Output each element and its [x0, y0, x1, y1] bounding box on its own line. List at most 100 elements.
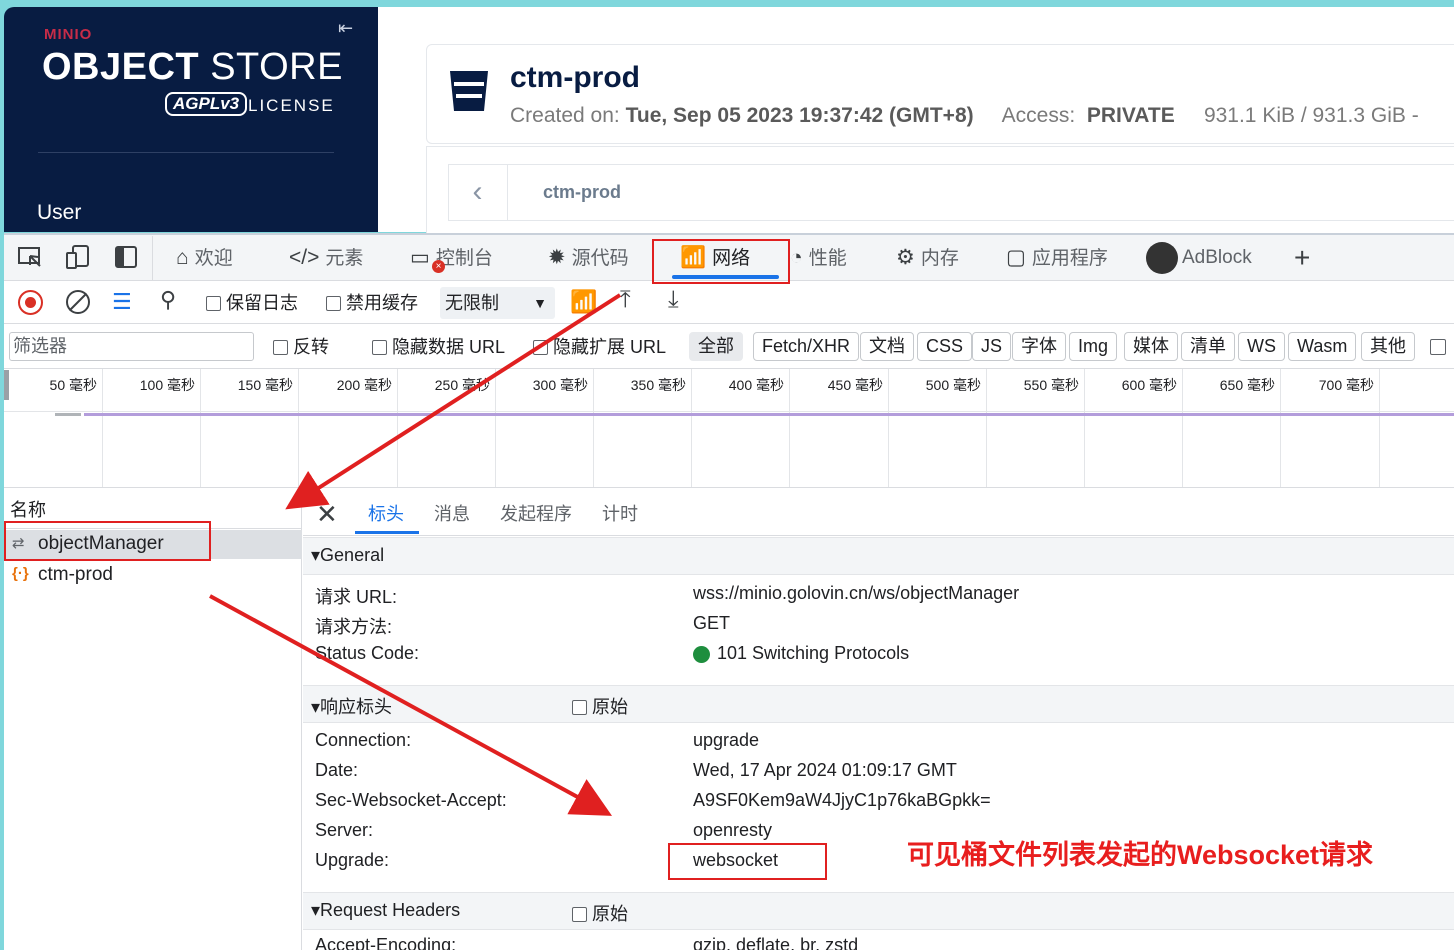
clear-icon[interactable]	[66, 290, 90, 314]
timeline-tick-label: 400 毫秒	[728, 377, 784, 393]
timeline-tick-label: 150 毫秒	[237, 377, 293, 393]
filter-type-media[interactable]: 媒体	[1124, 332, 1178, 361]
chip-icon: ⚙	[896, 246, 915, 269]
filter-type-font[interactable]: 字体	[1012, 332, 1066, 361]
home-icon: ⌂	[176, 246, 189, 269]
search-icon[interactable]: ⚲	[160, 287, 176, 313]
request-headers-title[interactable]: ▾Request Headers	[311, 900, 460, 921]
header-key: Upgrade:	[315, 850, 390, 870]
invert-checkbox[interactable]: 反转	[273, 333, 329, 361]
header-value: upgrade	[693, 730, 760, 750]
filter-type-js[interactable]: JS	[972, 332, 1012, 361]
collapse-sidebar-icon[interactable]: ⇤	[338, 18, 353, 39]
timeline-header-line	[4, 411, 1454, 412]
raw-checkbox[interactable]: 原始	[572, 900, 628, 926]
bug-icon: ✹	[548, 246, 566, 269]
back-button[interactable]: ‹	[448, 164, 508, 221]
minio-logo-brand: MINIO	[44, 26, 93, 43]
hide-data-urls-checkbox[interactable]: 隐藏数据 URL	[372, 333, 505, 361]
annotation-note: 可见桶文件列表发起的Websocket请求	[907, 840, 1374, 870]
disable-cache-checkbox[interactable]: 禁用缓存	[326, 289, 418, 317]
filter-input[interactable]: 筛选器	[9, 332, 254, 361]
header-key: Server:	[315, 820, 374, 840]
record-stop-icon[interactable]	[18, 290, 43, 315]
sidebar-item-user[interactable]: User	[37, 201, 81, 225]
more-tabs-plus-icon[interactable]: +	[1294, 241, 1310, 275]
timeline-tick-label: 450 毫秒	[827, 377, 883, 393]
filter-type-fetch-xhr[interactable]: Fetch/XHR	[753, 332, 860, 361]
filter-type-doc[interactable]: 文档	[860, 332, 914, 361]
license-label: LICENSE	[248, 96, 335, 115]
status-ok-icon	[693, 646, 710, 663]
annotation-box-request	[4, 521, 211, 561]
import-har-icon[interactable]: ⤒	[620, 286, 631, 314]
dock-side-icon[interactable]	[112, 243, 140, 271]
filter-toggle-icon[interactable]: ☰	[112, 289, 132, 315]
tab-console[interactable]: ▭ 控制台	[410, 241, 493, 275]
header-value: 101 Switching Protocols	[717, 643, 910, 663]
header-value: gzip, deflate, br, zstd	[693, 935, 859, 950]
tab-messages[interactable]: 消息	[434, 500, 470, 526]
tab-headers[interactable]: 标头	[368, 500, 404, 526]
device-toolbar-icon[interactable]	[64, 243, 92, 271]
filter-type-other[interactable]: 其他	[1361, 332, 1415, 361]
hide-extension-urls-checkbox[interactable]: 隐藏扩展 URL	[533, 333, 666, 361]
sidebar-divider	[38, 152, 334, 153]
throttling-select[interactable]: 无限制 ▼	[440, 287, 555, 319]
raw-checkbox[interactable]: 原始	[572, 693, 628, 719]
gauge-icon: ◔	[790, 246, 803, 269]
tab-welcome[interactable]: ⌂ 欢迎	[176, 241, 233, 275]
tab-timing[interactable]: 计时	[602, 500, 638, 526]
tab-elements[interactable]: </> 元素	[289, 241, 363, 275]
response-headers-section-header[interactable]	[303, 685, 1454, 723]
bucket-meta: Created on: Tue, Sep 05 2023 19:37:42 (G…	[510, 104, 1419, 127]
tab-memory[interactable]: ⚙ 内存	[896, 241, 959, 275]
close-icon[interactable]: ✕	[316, 499, 338, 530]
filter-type-css[interactable]: CSS	[917, 332, 973, 361]
triangle-down-icon: ▾	[311, 900, 321, 920]
triangle-down-icon: ▾	[311, 545, 321, 565]
filter-type-wasm[interactable]: Wasm	[1288, 332, 1357, 361]
general-section-title[interactable]: ▾General	[311, 545, 384, 566]
preserve-log-checkbox[interactable]: 保留日志	[206, 289, 298, 317]
tab-sources[interactable]: ✹ 源代码	[548, 241, 629, 275]
filter-type-ws[interactable]: WS	[1238, 332, 1285, 361]
json-icon: {·}	[12, 565, 29, 582]
header-value: GET	[693, 613, 731, 633]
code-icon: </>	[289, 246, 320, 269]
timeline-tick-label: 700 毫秒	[1318, 377, 1374, 393]
column-header-name[interactable]: 名称	[10, 496, 46, 522]
export-har-icon[interactable]: ⤓	[668, 286, 679, 314]
request-headers-section-header[interactable]	[303, 892, 1454, 930]
timeline-tick-label: 500 毫秒	[925, 377, 981, 393]
network-conditions-icon[interactable]: 📶	[570, 289, 597, 315]
bucket-path-breadcrumb[interactable]: ctm-prod	[543, 182, 621, 203]
tab-initiator[interactable]: 发起程序	[500, 500, 572, 526]
filter-type-manifest[interactable]: 清单	[1181, 332, 1235, 361]
error-badge-icon: ×	[432, 260, 445, 273]
header-value: openresty	[693, 820, 773, 840]
general-section-header[interactable]	[303, 537, 1454, 575]
header-key: Connection:	[315, 730, 412, 750]
header-key: Sec-Websocket-Accept:	[315, 790, 507, 810]
blocked-requests-checkbox[interactable]	[1430, 339, 1446, 355]
timeline-bar-gray	[55, 413, 81, 416]
tab-adblock[interactable]: AdBlock	[1146, 241, 1252, 275]
header-key: Status Code:	[315, 643, 420, 663]
filter-type-all[interactable]: 全部	[689, 332, 743, 361]
inspect-element-icon[interactable]	[16, 243, 44, 271]
header-value: A9SF0Kem9aW4JjyC1p76kaBGpkk=	[693, 790, 991, 810]
adblock-icon	[1146, 241, 1178, 274]
triangle-down-icon: ▾	[311, 697, 321, 717]
filter-type-img[interactable]: Img	[1069, 332, 1118, 361]
tab-performance[interactable]: ◔ 性能	[790, 241, 847, 275]
timeline-tick-label: 200 毫秒	[336, 377, 392, 393]
response-headers-title[interactable]: ▾响应标头	[311, 693, 392, 719]
bucket-title: ctm-prod	[510, 61, 640, 94]
timeline-tick-label: 650 毫秒	[1219, 377, 1275, 393]
timeline-tick-label: 300 毫秒	[532, 377, 588, 393]
tab-application[interactable]: ▢ 应用程序	[1006, 241, 1108, 275]
request-name[interactable]: ctm-prod	[38, 564, 113, 586]
timeline-gridline	[1379, 369, 1380, 487]
console-icon: ▭	[410, 246, 430, 269]
